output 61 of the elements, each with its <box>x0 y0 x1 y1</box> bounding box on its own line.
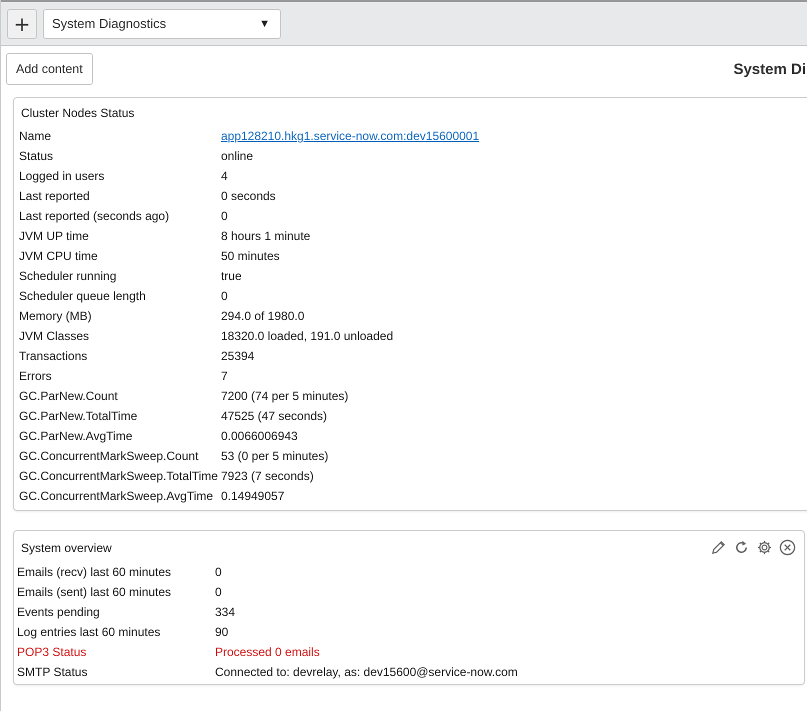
row-value: 50 minutes <box>220 248 281 265</box>
card-title: System overview <box>21 540 112 554</box>
row-value: 47525 (47 seconds) <box>220 408 328 425</box>
row-value: 90 <box>215 624 230 641</box>
row-label: SMTP Status <box>17 664 88 681</box>
refresh-icon[interactable] <box>733 539 750 556</box>
row-value: 4 <box>220 168 229 185</box>
row-label: GC.ConcurrentMarkSweep.Count <box>19 448 200 465</box>
row-label: GC.ParNew.TotalTime <box>19 408 138 425</box>
row-value: Connected to: devrelay, as: dev15600@service-now.com <box>215 664 519 681</box>
row-label: Last reported (seconds ago) <box>19 208 170 225</box>
row-value: 25394 <box>220 348 256 365</box>
row-label: JVM UP time <box>19 228 90 245</box>
pencil-icon[interactable] <box>710 539 727 556</box>
row-label: Errors <box>19 368 53 385</box>
row-value: 7 <box>220 368 229 385</box>
row-value: 294.0 of 1980.0 <box>220 308 306 325</box>
row-value: true <box>220 268 243 285</box>
row-value: 0 <box>215 584 223 601</box>
row-value: 0 <box>220 288 229 305</box>
row-value: 8 hours 1 minute <box>220 228 312 245</box>
row-label: Emails (sent) last 60 minutes <box>17 584 172 601</box>
row-label: Emails (recv) last 60 minutes <box>17 564 172 581</box>
close-icon[interactable] <box>779 539 796 556</box>
settings-icon[interactable] <box>756 539 773 556</box>
row-label: Memory (MB) <box>19 308 93 325</box>
row-label: Transactions <box>19 348 88 365</box>
row-label: JVM CPU time <box>19 248 99 265</box>
row-label: Status <box>19 148 54 165</box>
row-value: 7200 (74 per 5 minutes) <box>220 388 350 405</box>
row-value: 7923 (7 seconds) <box>220 468 315 485</box>
row-label: Events pending <box>17 604 101 621</box>
row-value: 53 (0 per 5 minutes) <box>220 448 330 465</box>
caret-icon: ▼ <box>259 18 270 30</box>
dashboard-select[interactable]: System Diagnostics ▼ <box>43 8 281 38</box>
row-value: online <box>220 148 254 165</box>
add-dashboard-button[interactable]: + <box>7 8 37 38</box>
card-title: Cluster Nodes Status <box>21 106 134 120</box>
row-value: 0 seconds <box>220 188 277 205</box>
row-label: Scheduler queue length <box>19 288 147 305</box>
row-value: 0.0066006943 <box>220 428 299 445</box>
row-label: POP3 Status <box>17 644 88 661</box>
page-title: System Di <box>733 60 806 78</box>
row-label: Scheduler running <box>19 268 118 285</box>
row-label: JVM Classes <box>19 328 90 345</box>
row-value: 0 <box>215 564 223 581</box>
row-value: 334 <box>215 604 236 621</box>
row-label: GC.ParNew.Count <box>19 388 119 405</box>
row-label: Name <box>19 128 52 145</box>
node-link[interactable]: app128210.hkg1.service-now.com:dev15600001 <box>220 126 807 146</box>
row-label: GC.ParNew.AvgTime <box>19 428 134 445</box>
row-value: 18320.0 loaded, 191.0 unloaded <box>220 328 394 345</box>
row-label: Log entries last 60 minutes <box>17 624 162 641</box>
row-value: 0 <box>220 208 229 225</box>
row-label: Logged in users <box>19 168 106 185</box>
add-content-button[interactable]: Add content <box>6 53 93 85</box>
row-value: 0.14949057 <box>220 488 286 505</box>
row-label: GC.ConcurrentMarkSweep.TotalTime <box>19 468 218 485</box>
row-value: Processed 0 emails <box>215 644 321 661</box>
row-label: GC.ConcurrentMarkSweep.AvgTime <box>19 488 214 505</box>
row-label: Last reported <box>19 188 91 205</box>
